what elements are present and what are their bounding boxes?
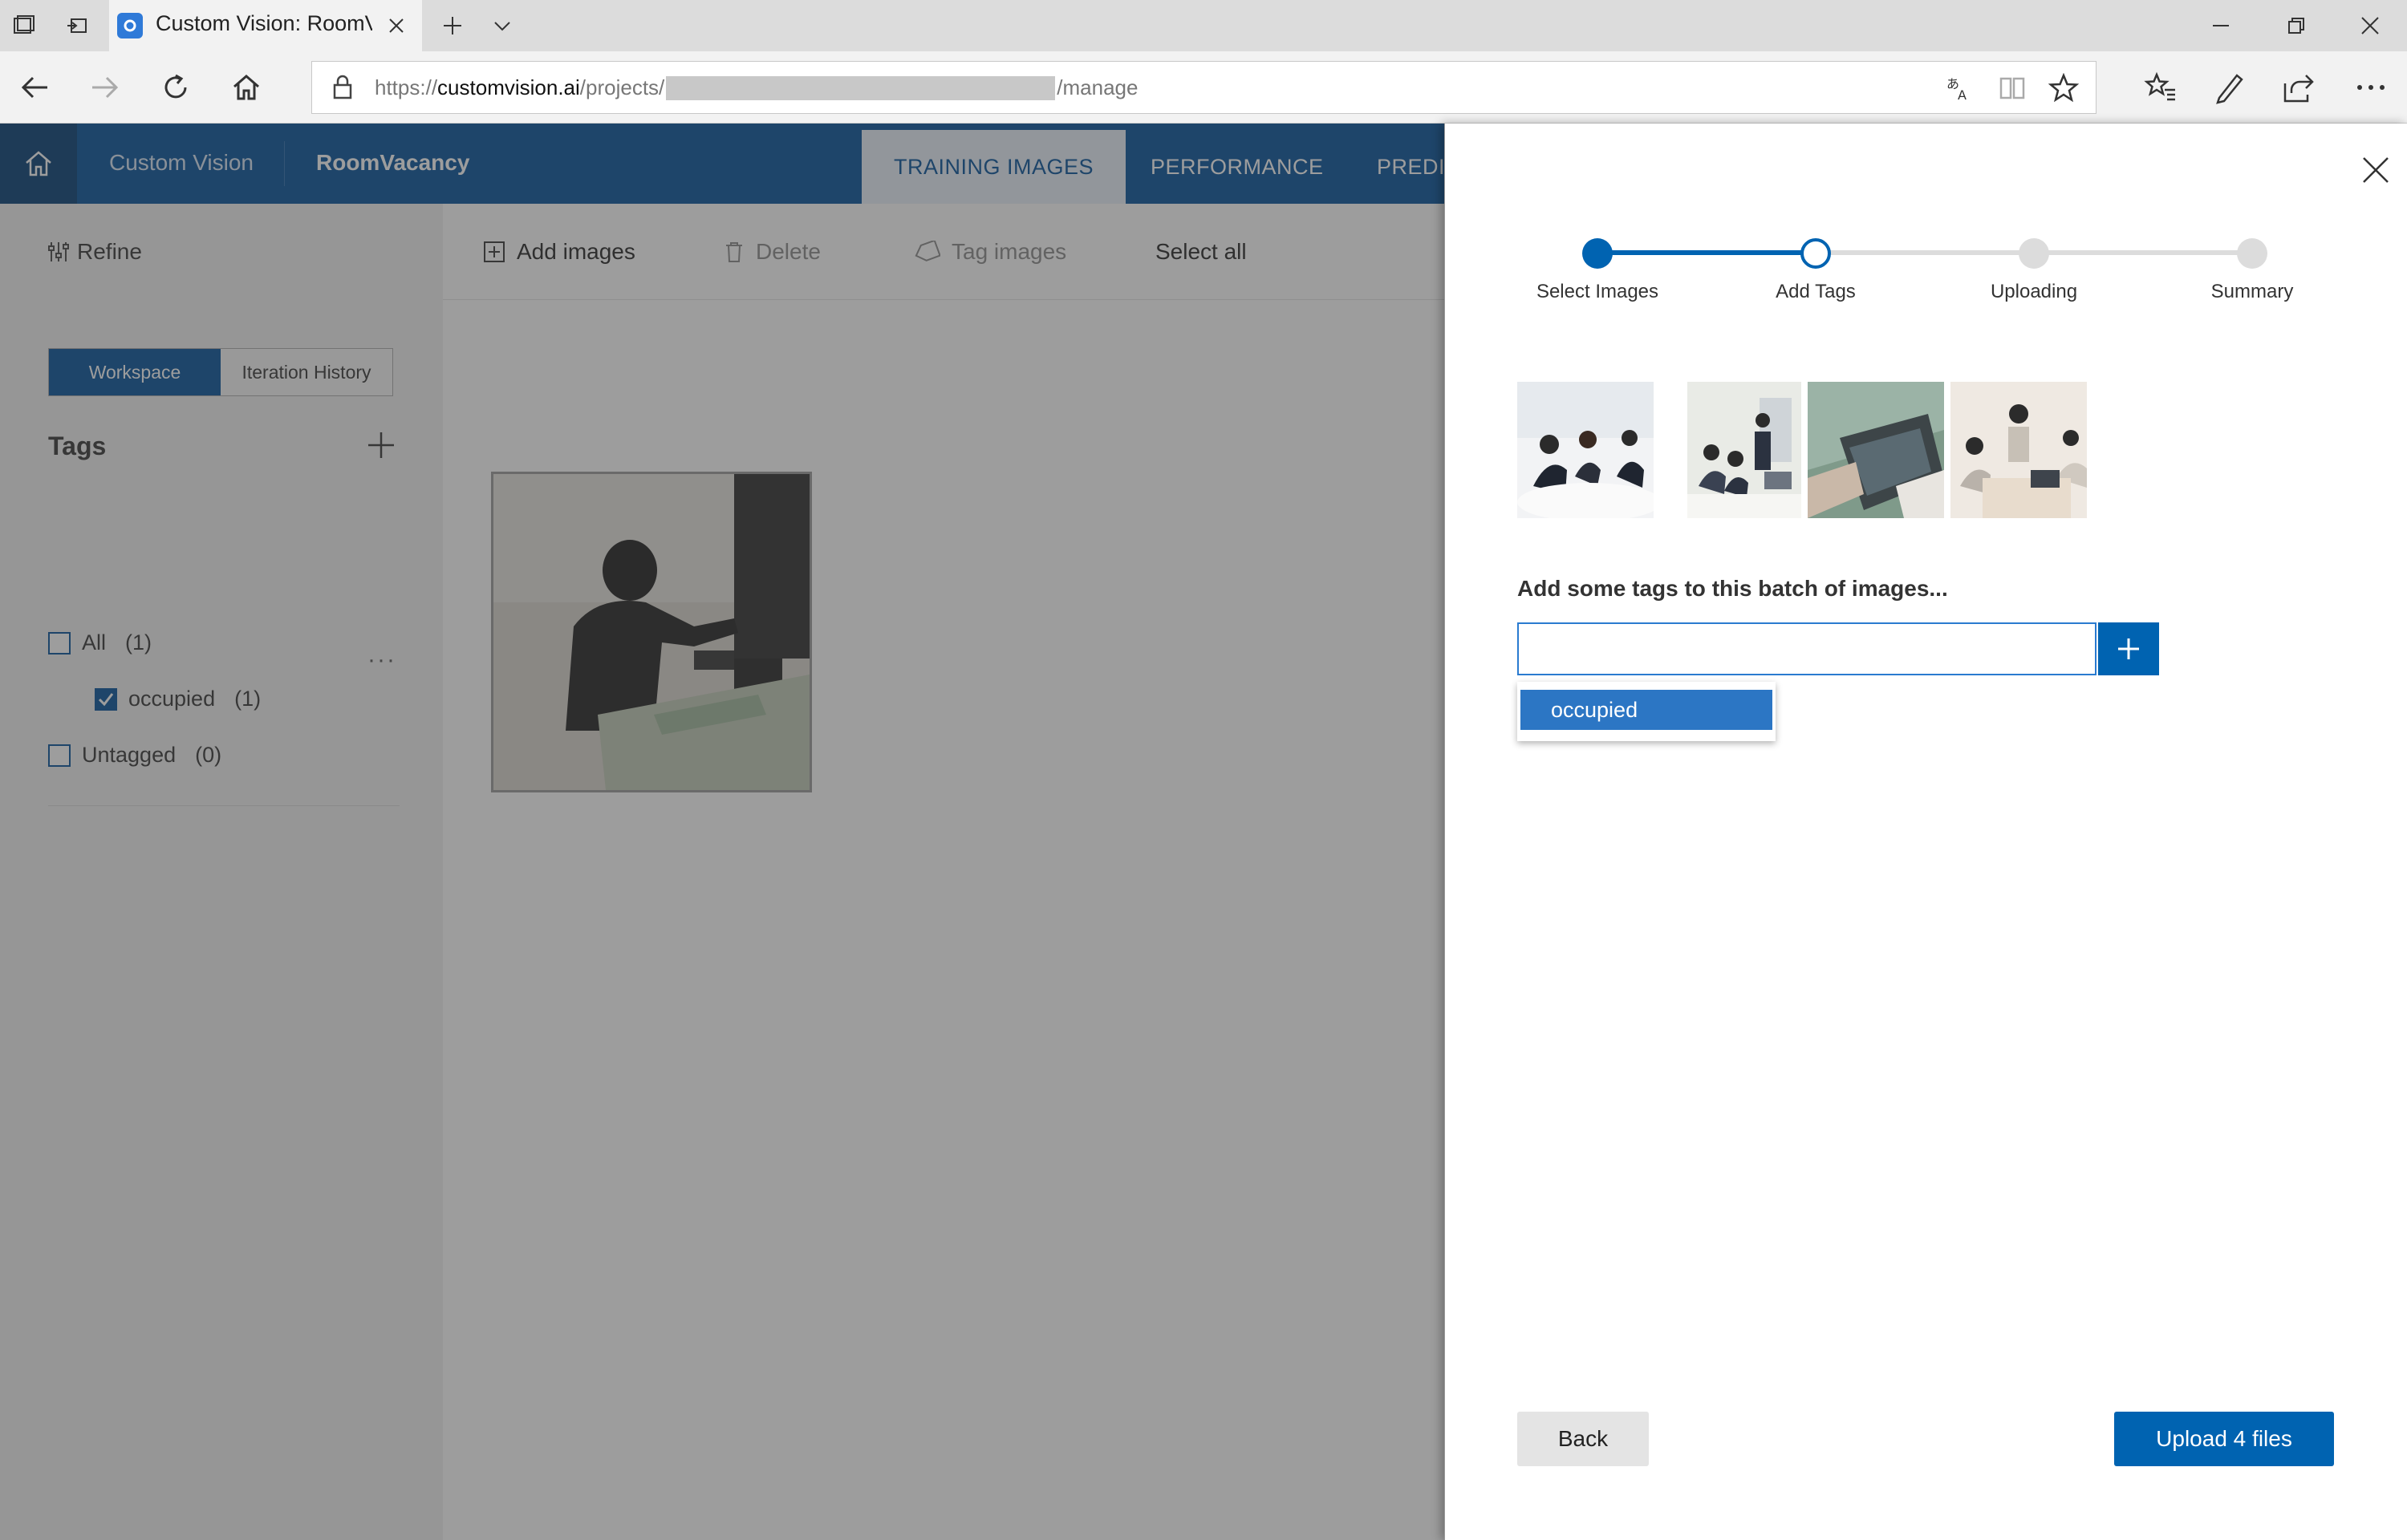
tag-suggestion-dropdown: occupied (1517, 682, 1776, 741)
custom-vision-favicon-icon (117, 13, 143, 38)
lock-icon[interactable] (328, 73, 357, 102)
batch-image-thumbnail (1950, 382, 2087, 518)
url-host: customvision.ai (437, 75, 580, 99)
back-button[interactable]: Back (1517, 1412, 1649, 1466)
back-arrow-icon[interactable] (16, 69, 53, 106)
minimize-icon[interactable] (2203, 8, 2239, 43)
step-label-uploading: Uploading (1990, 281, 2078, 302)
refresh-icon[interactable] (157, 69, 194, 106)
share-icon[interactable] (2280, 69, 2317, 106)
translate-icon[interactable]: あA (1941, 70, 1978, 107)
url-path-projects: /projects/ (579, 75, 665, 99)
step-dot-current (1800, 238, 1831, 269)
upload-stepper: Select Images Add Tags Uploading Summary (1445, 124, 2407, 324)
plus-icon (2118, 638, 2139, 659)
set-aside-tabs-icon[interactable] (63, 11, 91, 40)
browser-tab-bar: Custom Vision: RoomVa (0, 0, 2407, 51)
tag-input[interactable] (1517, 622, 2096, 675)
favorites-hub-icon[interactable] (2142, 69, 2179, 106)
url-prefix: https:// (375, 75, 438, 99)
new-tab-icon[interactable] (438, 11, 467, 40)
more-menu-icon[interactable] (2352, 69, 2389, 106)
url-text: https://customvision.ai/projects/ /manage (375, 75, 1138, 100)
tab-close-icon[interactable] (382, 11, 411, 40)
url-field[interactable]: https://customvision.ai/projects/ /manage… (311, 61, 2096, 114)
browser-address-bar: https://customvision.ai/projects/ /manage… (0, 51, 2407, 124)
step-dot-pending (2019, 238, 2049, 269)
step-dot-pending (2237, 238, 2267, 269)
batch-image-thumbnail (1687, 382, 1801, 518)
favorite-star-icon[interactable] (2045, 70, 2082, 107)
tab-title: Custom Vision: RoomVa (156, 11, 372, 35)
tab-preview-chevron-icon[interactable] (488, 11, 517, 40)
batch-image-thumbnail (1808, 382, 1944, 518)
home-icon[interactable] (228, 69, 265, 106)
svg-text:A: A (1958, 87, 1967, 103)
upload-panel: Select Images Add Tags Uploading Summary (1444, 124, 2407, 1540)
tag-suggestion-occupied[interactable]: occupied (1520, 690, 1772, 730)
step-progress-line (1597, 250, 1816, 255)
window-close-icon[interactable] (2352, 8, 2388, 43)
restore-icon[interactable] (2279, 8, 2314, 43)
step-label-select-images: Select Images (1536, 281, 1659, 302)
pen-notes-icon[interactable] (2211, 69, 2248, 106)
tab-manager-icon[interactable] (10, 11, 39, 40)
url-redacted-segment (666, 75, 1056, 100)
step-dot-complete (1582, 238, 1613, 269)
browser-tab-active[interactable]: Custom Vision: RoomVa (109, 0, 422, 51)
url-path-manage: /manage (1057, 75, 1139, 99)
forward-arrow-icon[interactable] (87, 69, 124, 106)
tag-prompt-label: Add some tags to this batch of images... (1517, 576, 1948, 601)
add-tag-button[interactable] (2098, 622, 2159, 675)
step-label-summary: Summary (2210, 281, 2294, 302)
step-label-add-tags: Add Tags (1776, 281, 1856, 302)
reading-view-icon[interactable] (1994, 70, 2031, 107)
batch-image-thumbnail (1517, 382, 1654, 518)
upload-files-button[interactable]: Upload 4 files (2114, 1412, 2334, 1466)
